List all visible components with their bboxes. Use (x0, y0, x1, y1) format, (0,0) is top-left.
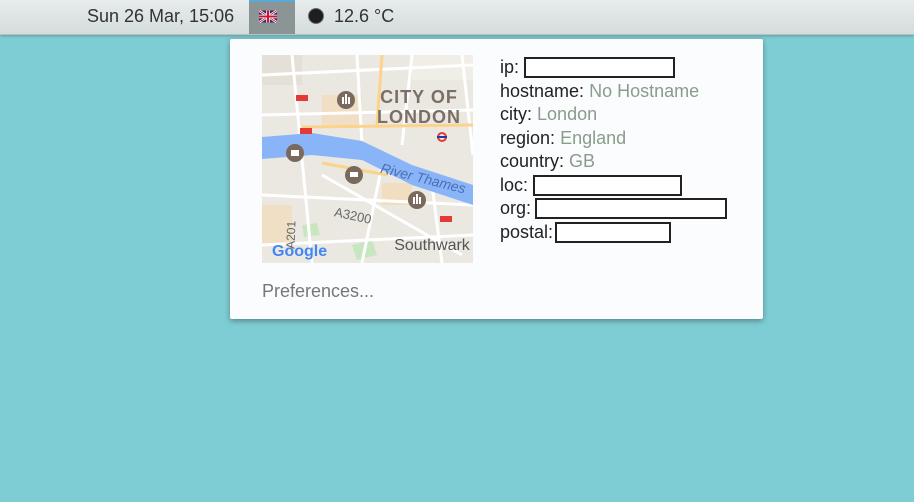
info-row-ip: ip: (500, 56, 699, 80)
location-map: CITY OF LONDON River Thames A3200 A201 S… (262, 55, 473, 263)
region-key: region: (500, 127, 556, 148)
city-key: city: (500, 104, 533, 124)
preferences-menu-item[interactable]: Preferences... (262, 281, 374, 302)
uk-flag-icon (259, 10, 277, 23)
org-key: org: (500, 198, 532, 218)
ip-location-button[interactable] (249, 0, 295, 34)
city-value: London (537, 104, 598, 124)
google-logo: Google (272, 243, 327, 260)
moon-icon[interactable] (308, 8, 324, 24)
top-panel: Sun 26 Mar, 15:06 12.6 °C (0, 0, 914, 35)
hostname-value: No Hostname (589, 80, 700, 101)
org-redaction (535, 198, 727, 219)
country-key: country: (500, 151, 565, 171)
hostname-key: hostname: (500, 80, 585, 101)
clock[interactable]: Sun 26 Mar, 15:06 (87, 6, 234, 27)
map-label-city-line2: LONDON (377, 107, 461, 127)
ip-info-list: ip: hostname: No Hostname city: London r… (500, 56, 727, 245)
map-image: CITY OF LONDON River Thames A3200 A201 S… (262, 55, 473, 263)
postal-key: postal: (500, 221, 554, 242)
loc-redaction (533, 174, 682, 196)
map-label-district: Southwark (394, 237, 471, 254)
ip-info-popup: CITY OF LONDON River Thames A3200 A201 S… (230, 39, 763, 319)
temperature-label[interactable]: 12.6 °C (334, 6, 394, 27)
info-row-country: country: GB (500, 150, 699, 174)
country-value: GB (569, 151, 596, 171)
info-row-hostname: hostname: No Hostname (500, 80, 699, 104)
info-row-region: region: England (500, 127, 699, 151)
info-row-postal: postal: (500, 221, 699, 245)
region-value: England (560, 127, 627, 148)
ip-redaction (524, 57, 675, 78)
ip-key: ip: (500, 57, 520, 77)
info-row-city: city: London (500, 103, 699, 127)
postal-redaction (555, 221, 671, 243)
map-label-city-line1: CITY OF (380, 87, 458, 107)
loc-key: loc: (500, 174, 529, 195)
info-row-org: org: (500, 197, 727, 221)
info-row-loc: loc: (500, 174, 699, 198)
